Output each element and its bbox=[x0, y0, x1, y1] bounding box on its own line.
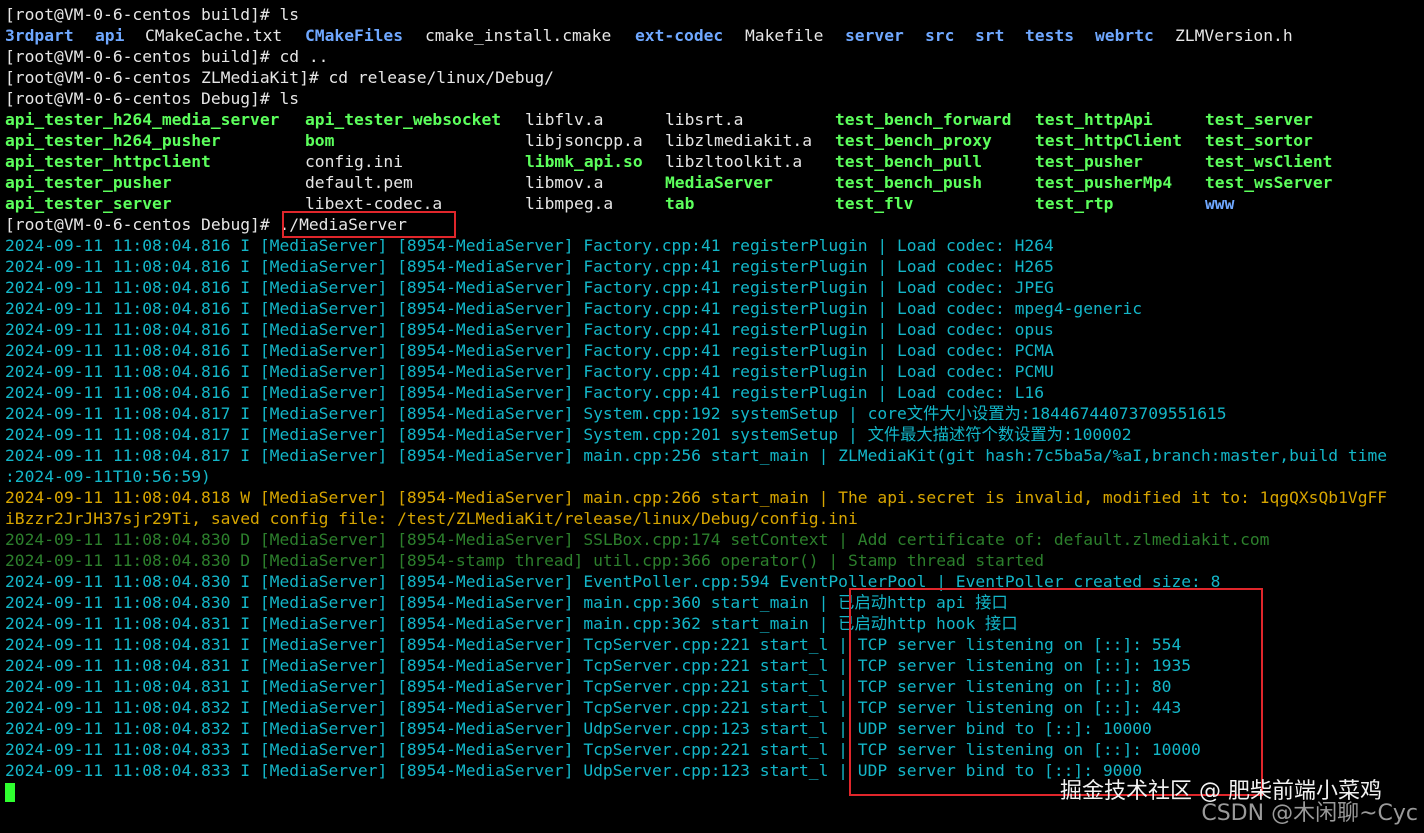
run-command: ./MediaServer bbox=[279, 215, 407, 234]
file-entry: api_tester_h264_media_server bbox=[5, 110, 280, 129]
debug-directory-listing: api_tester_h264_media_server api_tester_w… bbox=[5, 109, 1420, 214]
listing-row: api_tester_h264_media_server api_tester_w… bbox=[5, 109, 1420, 130]
file-entry: test_rtp bbox=[1035, 194, 1114, 213]
log-line: 2024-09-11 11:08:04.830 D [MediaServer] … bbox=[5, 551, 1045, 570]
listing-row: api_tester_h264_pusher bom libjsoncpp.a lib… bbox=[5, 130, 1420, 151]
file-entry: test_wsServer bbox=[1205, 173, 1333, 192]
log-line: 2024-09-11 11:08:04.816 I [MediaServer] … bbox=[5, 362, 1054, 381]
log-line: 2024-09-11 11:08:04.831 I [MediaServer] … bbox=[5, 614, 1018, 633]
file-entry: test_pusher bbox=[1035, 152, 1143, 171]
log-line: 2024-09-11 11:08:04.833 I [MediaServer] … bbox=[5, 761, 1143, 780]
prompt-line: [root@VM-0-6-centos ZLMediaKit]# cd rele… bbox=[5, 68, 554, 87]
log-line: 2024-09-11 11:08:04.816 I [MediaServer] … bbox=[5, 257, 1054, 276]
file-entry: api_tester_h264_pusher bbox=[5, 131, 221, 150]
file-entry: libjsoncpp.a bbox=[525, 131, 643, 150]
file-entry: libzltoolkit.a bbox=[665, 152, 803, 171]
file-entry: test_wsClient bbox=[1205, 152, 1333, 171]
server-log: 2024-09-11 11:08:04.816 I [MediaServer] … bbox=[5, 235, 1420, 781]
file-entry: libzlmediakit.a bbox=[665, 131, 813, 150]
file-entry: bom bbox=[305, 131, 335, 150]
file-entry: test_httpApi bbox=[1035, 110, 1153, 129]
log-line: 2024-09-11 11:08:04.831 I [MediaServer] … bbox=[5, 656, 1192, 675]
log-line: iBzzr2JrJH37sjr29Ti, saved config file: … bbox=[5, 509, 858, 528]
log-line: 2024-09-11 11:08:04.830 D [MediaServer] … bbox=[5, 530, 1270, 549]
log-line: 2024-09-11 11:08:04.833 I [MediaServer] … bbox=[5, 740, 1201, 759]
log-line: :2024-09-11T10:56:59) bbox=[5, 467, 211, 486]
file-entry: 3rdpart bbox=[5, 26, 74, 45]
file-entry: test_sortor bbox=[1205, 131, 1313, 150]
file-entry: ext-codec bbox=[635, 26, 724, 45]
file-entry: api_tester_server bbox=[5, 194, 172, 213]
log-line: 2024-09-11 11:08:04.816 I [MediaServer] … bbox=[5, 320, 1054, 339]
log-line: 2024-09-11 11:08:04.816 I [MediaServer] … bbox=[5, 236, 1054, 255]
build-directory-listing: 3rdpart api CMakeCache.txt CMakeFiles cmake_… bbox=[5, 25, 1420, 46]
file-entry: test_bench_push bbox=[835, 173, 983, 192]
file-entry: webrtc bbox=[1095, 26, 1154, 45]
file-entry: test_server bbox=[1205, 110, 1313, 129]
file-entry: libmk_api.so bbox=[525, 152, 643, 171]
prompt-line: [root@VM-0-6-centos build]# ls bbox=[5, 5, 300, 24]
file-entry: libsrt.a bbox=[665, 110, 744, 129]
watermark-juejin: 掘金技术社区 @ 肥柴前端小菜鸡 bbox=[1060, 779, 1382, 804]
log-line: 2024-09-11 11:08:04.830 I [MediaServer] … bbox=[5, 572, 1221, 591]
log-line: 2024-09-11 11:08:04.830 I [MediaServer] … bbox=[5, 593, 1008, 612]
log-line: 2024-09-11 11:08:04.831 I [MediaServer] … bbox=[5, 635, 1182, 654]
file-entry: Makefile bbox=[745, 26, 824, 45]
file-entry: test_pusherMp4 bbox=[1035, 173, 1173, 192]
file-entry: tests bbox=[1025, 26, 1075, 45]
log-line: 2024-09-11 11:08:04.816 I [MediaServer] … bbox=[5, 341, 1054, 360]
file-entry: api_tester_websocket bbox=[305, 110, 502, 129]
log-line: 2024-09-11 11:08:04.816 I [MediaServer] … bbox=[5, 383, 1045, 402]
log-line: 2024-09-11 11:08:04.817 I [MediaServer] … bbox=[5, 446, 1388, 465]
log-line: 2024-09-11 11:08:04.816 I [MediaServer] … bbox=[5, 278, 1054, 297]
terminal-output[interactable]: [root@VM-0-6-centos build]# ls 3rdpart ap… bbox=[5, 4, 1420, 802]
log-line: 2024-09-11 11:08:04.832 I [MediaServer] … bbox=[5, 698, 1182, 717]
watermark: 掘金技术社区 @ 肥柴前端小菜鸡 CSDN @木闲聊~Cyc bbox=[1060, 779, 1418, 827]
file-entry: libext-codec.a bbox=[305, 194, 443, 213]
file-entry: libflv.a bbox=[525, 110, 604, 129]
file-entry: cmake_install.cmake bbox=[425, 26, 612, 45]
log-line: 2024-09-11 11:08:04.817 I [MediaServer] … bbox=[5, 404, 1227, 423]
listing-row: api_tester_pusher default.pem libmov.a Medi… bbox=[5, 172, 1420, 193]
file-entry: test_bench_proxy bbox=[835, 131, 992, 150]
file-entry: CMakeCache.txt bbox=[145, 26, 283, 45]
log-line: 2024-09-11 11:08:04.818 W [MediaServer] … bbox=[5, 488, 1388, 507]
file-entry: tab bbox=[665, 194, 695, 213]
terminal-cursor bbox=[5, 783, 15, 802]
file-entry: api_tester_httpclient bbox=[5, 152, 211, 171]
file-entry: srt bbox=[975, 26, 1005, 45]
file-entry: libmpeg.a bbox=[525, 194, 614, 213]
listing-row: api_tester_server libext-codec.a libmpeg.a… bbox=[5, 193, 1420, 214]
file-entry: test_flv bbox=[835, 194, 914, 213]
file-entry: test_bench_pull bbox=[835, 152, 983, 171]
file-entry: server bbox=[845, 26, 904, 45]
file-entry: config.ini bbox=[305, 152, 404, 171]
file-entry: api_tester_pusher bbox=[5, 173, 172, 192]
file-entry: CMakeFiles bbox=[305, 26, 404, 45]
listing-row: api_tester_httpclient config.ini libmk_api… bbox=[5, 151, 1420, 172]
file-entry: libmov.a bbox=[525, 173, 604, 192]
file-entry: MediaServer bbox=[665, 173, 773, 192]
log-line: 2024-09-11 11:08:04.817 I [MediaServer] … bbox=[5, 425, 1132, 444]
prompt-line: [root@VM-0-6-centos Debug]# ls bbox=[5, 89, 300, 108]
log-line: 2024-09-11 11:08:04.832 I [MediaServer] … bbox=[5, 719, 1152, 738]
prompt-text: [root@VM-0-6-centos Debug]# bbox=[5, 215, 280, 234]
log-line: 2024-09-11 11:08:04.831 I [MediaServer] … bbox=[5, 677, 1172, 696]
file-entry: ZLMVersion.h bbox=[1175, 26, 1293, 45]
file-entry: api bbox=[95, 26, 125, 45]
prompt-line-run-command: [root@VM-0-6-centos Debug]# ./MediaServe… bbox=[5, 214, 1420, 235]
file-entry: src bbox=[925, 26, 955, 45]
log-line: 2024-09-11 11:08:04.816 I [MediaServer] … bbox=[5, 299, 1143, 318]
file-entry: test_bench_forward bbox=[835, 110, 1012, 129]
file-entry: test_httpClient bbox=[1035, 131, 1183, 150]
file-entry: default.pem bbox=[305, 173, 413, 192]
file-entry: www bbox=[1205, 194, 1235, 213]
prompt-line: [root@VM-0-6-centos build]# cd .. bbox=[5, 47, 329, 66]
